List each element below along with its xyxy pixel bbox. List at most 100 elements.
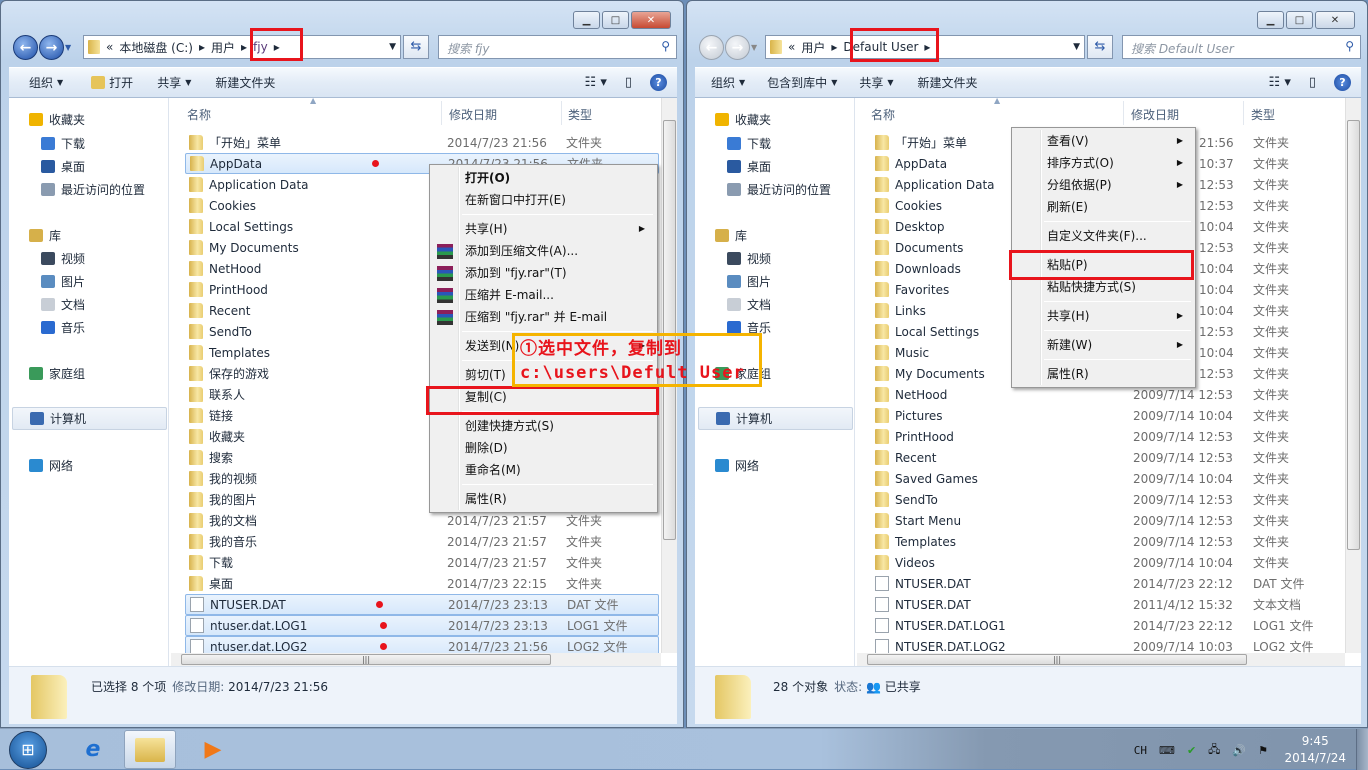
nav-item-7[interactable]: 文档 — [727, 294, 771, 314]
share-button[interactable]: 共享 ▼ — [847, 74, 903, 91]
open-button[interactable]: 打开 — [73, 74, 143, 91]
menu-item[interactable]: 添加到压缩文件(A)... — [432, 240, 655, 262]
minimize-button[interactable]: ▁ — [1257, 11, 1284, 29]
show-desktop-button[interactable] — [1356, 729, 1368, 770]
file-row[interactable]: NTUSER.DAT 2011/4/12 15:32 文本文档 — [871, 594, 1343, 615]
breadcrumb-users[interactable]: 用户 — [211, 39, 235, 56]
recent-pages-dropdown[interactable]: ▼ — [751, 43, 757, 52]
nav-item-4[interactable]: 库 — [29, 225, 61, 245]
nav-item-5[interactable]: 视频 — [727, 248, 771, 268]
file-row[interactable]: Recent 2009/7/14 12:53 文件夹 — [871, 447, 1343, 468]
forward-button[interactable]: → — [39, 35, 64, 60]
new-folder-button[interactable]: 新建文件夹 — [201, 74, 285, 91]
clock[interactable]: 9:45 2014/7/24 — [1284, 733, 1346, 767]
help-icon[interactable]: ? — [1334, 74, 1351, 91]
menu-item[interactable]: 属性(R) — [1014, 363, 1193, 385]
chevron-right-icon[interactable]: ▸ — [831, 40, 837, 54]
nav-item-10[interactable]: 计算机 — [698, 407, 853, 430]
refresh-button[interactable]: ⇆ — [1087, 35, 1113, 59]
nav-item-5[interactable]: 视频 — [41, 248, 85, 268]
refresh-button[interactable]: ⇆ — [403, 35, 429, 59]
nav-item-1[interactable]: 下载 — [41, 133, 85, 153]
nav-item-0[interactable]: 收藏夹 — [715, 109, 771, 129]
file-row[interactable]: Pictures 2009/7/14 10:04 文件夹 — [871, 405, 1343, 426]
nav-item-8[interactable]: 音乐 — [41, 317, 85, 337]
menu-item[interactable]: 重命名(M) — [432, 459, 655, 481]
view-options-icon[interactable]: ☷ ▾ — [1269, 75, 1291, 90]
file-row[interactable]: NTUSER.DAT.LOG2 2009/7/14 10:03 LOG2 文件 — [871, 636, 1343, 653]
search-icon[interactable]: ⚲ — [1345, 39, 1354, 53]
nav-item-10[interactable]: 计算机 — [12, 407, 167, 430]
menu-item[interactable]: 排序方式(O) ▶ — [1014, 152, 1193, 174]
chevron-right-icon[interactable]: ▸ — [241, 40, 247, 54]
file-row[interactable]: Start Menu 2009/7/14 12:53 文件夹 — [871, 510, 1343, 531]
menu-item[interactable]: 共享(H) ▶ — [1014, 305, 1193, 327]
file-row[interactable]: Templates 2009/7/14 12:53 文件夹 — [871, 531, 1343, 552]
file-row[interactable]: NTUSER.DAT 2014/7/23 23:13 DAT 文件 — [185, 594, 659, 615]
file-row[interactable]: 下载 2014/7/23 21:57 文件夹 — [185, 552, 659, 573]
file-row[interactable]: NTUSER.DAT.LOG1 2014/7/23 22:12 LOG1 文件 — [871, 615, 1343, 636]
file-row[interactable]: 「开始」菜单 2014/7/23 21:56 文件夹 — [185, 132, 659, 153]
menu-item[interactable]: 分组依据(P) ▶ — [1014, 174, 1193, 196]
internet-explorer-icon[interactable]: e — [68, 730, 118, 769]
share-button[interactable]: 共享 ▼ — [143, 74, 201, 91]
nav-item-6[interactable]: 图片 — [727, 271, 771, 291]
network-icon[interactable]: 🖧 — [1208, 741, 1220, 760]
nav-item-0[interactable]: 收藏夹 — [29, 109, 85, 129]
menu-item[interactable]: 查看(V) ▶ — [1014, 130, 1193, 152]
new-folder-button[interactable]: 新建文件夹 — [904, 74, 988, 91]
column-header-date[interactable]: 修改日期 — [449, 106, 497, 123]
scrollbar-thumb[interactable] — [663, 120, 676, 540]
menu-item[interactable]: 在新窗口中打开(E) — [432, 189, 655, 211]
address-overflow[interactable]: « — [106, 40, 113, 54]
breadcrumb-users[interactable]: 用户 — [801, 39, 825, 56]
file-row[interactable]: ntuser.dat.LOG2 2014/7/23 21:56 LOG2 文件 — [185, 636, 659, 653]
vertical-scrollbar[interactable] — [1345, 98, 1361, 653]
menu-item[interactable]: 新建(W) ▶ — [1014, 334, 1193, 356]
organize-button[interactable]: 组织 ▼ — [695, 74, 755, 91]
column-header-date[interactable]: 修改日期 — [1131, 106, 1179, 123]
menu-item[interactable]: 属性(R) — [432, 488, 655, 510]
menu-item[interactable]: 添加到 "fjy.rar"(T) — [432, 262, 655, 284]
safely-remove-hardware-icon[interactable]: ✔ — [1187, 744, 1196, 757]
help-icon[interactable]: ? — [650, 74, 667, 91]
column-header-type[interactable]: 类型 — [568, 106, 592, 123]
preview-pane-icon[interactable]: ▯ — [625, 75, 632, 90]
file-row[interactable]: PrintHood 2009/7/14 12:53 文件夹 — [871, 426, 1343, 447]
search-input[interactable]: 搜索 Default User ⚲ — [1122, 35, 1361, 59]
nav-item-7[interactable]: 文档 — [41, 294, 85, 314]
nav-item-3[interactable]: 最近访问的位置 — [41, 179, 145, 199]
nav-item-1[interactable]: 下载 — [727, 133, 771, 153]
nav-item-6[interactable]: 图片 — [41, 271, 85, 291]
file-row[interactable]: ntuser.dat.LOG1 2014/7/23 23:13 LOG1 文件 — [185, 615, 659, 636]
file-row[interactable]: 桌面 2014/7/23 22:15 文件夹 — [185, 573, 659, 594]
menu-item[interactable]: 打开(O) — [432, 167, 655, 189]
file-row[interactable]: Videos 2009/7/14 10:04 文件夹 — [871, 552, 1343, 573]
horizontal-scrollbar[interactable]: ||| — [171, 653, 661, 666]
search-input[interactable]: 搜索 fjy ⚲ — [438, 35, 677, 59]
scrollbar-thumb[interactable] — [1347, 120, 1360, 550]
breadcrumb-local-disk[interactable]: 本地磁盘 (C:) — [119, 39, 193, 56]
file-row[interactable]: NTUSER.DAT 2014/7/23 22:12 DAT 文件 — [871, 573, 1343, 594]
maximize-button[interactable]: □ — [602, 11, 629, 29]
include-in-library-button[interactable]: 包含到库中 ▼ — [755, 74, 847, 91]
nav-item-2[interactable]: 桌面 — [727, 156, 771, 176]
file-row[interactable]: Saved Games 2009/7/14 10:04 文件夹 — [871, 468, 1343, 489]
close-button[interactable]: ✕ — [631, 11, 671, 29]
address-overflow[interactable]: « — [788, 40, 795, 54]
nav-item-9[interactable]: 家庭组 — [29, 363, 85, 383]
recent-pages-dropdown[interactable]: ▼ — [65, 43, 71, 52]
maximize-button[interactable]: □ — [1286, 11, 1313, 29]
menu-item[interactable]: 删除(D) — [432, 437, 655, 459]
column-header-name[interactable]: 名称 — [871, 106, 895, 123]
organize-button[interactable]: 组织 ▼ — [9, 74, 73, 91]
column-header-type[interactable]: 类型 — [1251, 106, 1275, 123]
media-player-icon[interactable]: ▶ — [188, 730, 238, 769]
scrollbar-thumb[interactable]: ||| — [867, 654, 1247, 665]
forward-button[interactable]: → — [725, 35, 750, 60]
search-icon[interactable]: ⚲ — [661, 39, 670, 53]
minimize-button[interactable]: ▁ — [573, 11, 600, 29]
menu-item[interactable]: 刷新(E) — [1014, 196, 1193, 218]
nav-item-4[interactable]: 库 — [715, 225, 747, 245]
file-row[interactable]: 我的文档 2014/7/23 21:57 文件夹 — [185, 510, 659, 531]
